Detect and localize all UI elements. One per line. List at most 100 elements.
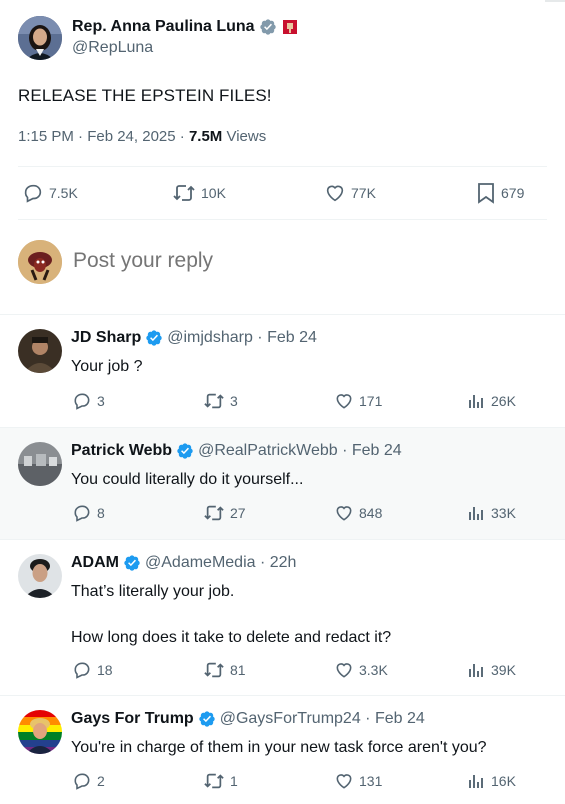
like-button[interactable]: 848 (334, 503, 382, 523)
repost-count: 1 (230, 773, 238, 789)
views-count: 7.5M (188, 128, 223, 145)
repost-button[interactable]: 81 (203, 660, 246, 680)
reply-count: 2 (97, 773, 105, 789)
like-button[interactable]: 131 (334, 771, 382, 791)
author-name[interactable]: Rep. Anna Paulina Luna (72, 18, 255, 36)
repost-icon (203, 503, 225, 523)
post-text: RELEASE THE EPSTEIN FILES! (18, 86, 272, 105)
reply-author-handle[interactable]: @RealPatrickWebb · Feb 24 (198, 442, 402, 460)
author-handle[interactable]: @RepLuna (72, 39, 298, 57)
like-icon (334, 391, 354, 411)
like-icon (334, 503, 354, 523)
reply-author-name[interactable]: Patrick Webb (71, 442, 172, 460)
reply-author-handle[interactable]: @AdameMedia · 22h (145, 554, 296, 572)
like-button[interactable]: 171 (334, 391, 382, 411)
post-action-bar: 7.5K 10K 77K 679 (0, 176, 565, 210)
reply-action-bar: 2 1 131 16K (0, 771, 565, 793)
reply-text: That’s literally your job. How long does… (71, 580, 541, 650)
repost-count: 27 (230, 505, 246, 521)
reply-count: 18 (97, 662, 113, 678)
views-count: 39K (491, 662, 516, 678)
reply-action-bar: 3 3 171 26K (0, 391, 565, 413)
bookmark-icon (476, 182, 496, 204)
like-count: 3.3K (359, 662, 388, 678)
reply-icon (72, 660, 92, 680)
verified-badge-icon[interactable] (123, 554, 141, 572)
like-count: 131 (359, 773, 383, 789)
like-icon (334, 660, 354, 680)
verified-badge-icon[interactable] (176, 442, 194, 460)
top-divider (545, 0, 565, 2)
reply-item[interactable]: Gays For Trump @GaysForTrump24 · Feb 24 … (0, 696, 565, 804)
avatar[interactable] (18, 329, 62, 373)
reply-icon (72, 771, 92, 791)
divider (18, 219, 547, 220)
like-icon (324, 182, 346, 204)
like-count: 171 (359, 393, 383, 409)
views-icon (466, 391, 486, 411)
reply-text: You could literally do it yourself... (71, 471, 304, 488)
reply-button[interactable]: 18 (72, 660, 113, 680)
views-button[interactable]: 26K (466, 391, 516, 411)
views-count: 26K (491, 393, 516, 409)
views-button[interactable]: 33K (466, 503, 516, 523)
reply-author-name[interactable]: ADAM (71, 554, 119, 572)
repost-icon (172, 182, 196, 204)
repost-button[interactable]: 27 (203, 503, 246, 523)
views-count: 33K (491, 505, 516, 521)
reply-button[interactable]: 7.5K (22, 182, 78, 204)
like-count: 848 (359, 505, 383, 521)
reply-item[interactable]: Patrick Webb @RealPatrickWebb · Feb 24 Y… (0, 428, 565, 539)
reply-button[interactable]: 3 (72, 391, 105, 411)
reply-input[interactable] (73, 245, 513, 277)
reply-action-bar: 8 27 848 33K (0, 503, 565, 525)
reply-item[interactable]: JD Sharp @imjdsharp · Feb 24 Your job ? … (0, 315, 565, 427)
repost-button[interactable]: 10K (172, 182, 226, 204)
reply-item[interactable]: ADAM @AdameMedia · 22h That’s literally … (0, 540, 565, 695)
avatar[interactable] (18, 710, 62, 754)
verified-badge-icon[interactable] (145, 329, 163, 347)
repost-button[interactable]: 3 (203, 391, 238, 411)
avatar (18, 240, 62, 284)
reply-count: 3 (97, 393, 105, 409)
views-button[interactable]: 16K (466, 771, 516, 791)
reply-icon (22, 182, 44, 204)
avatar[interactable] (18, 554, 62, 598)
repost-icon (203, 771, 225, 791)
reply-action-bar: 18 81 3.3K 39K (0, 660, 565, 682)
like-button[interactable]: 77K (324, 182, 376, 204)
like-count: 77K (351, 185, 376, 201)
post-meta: 1:15 PM · Feb 24, 2025 · 7.5M Views (18, 128, 266, 145)
views-icon (466, 503, 486, 523)
reply-count: 7.5K (49, 185, 78, 201)
reply-text: Your job ? (71, 358, 143, 375)
reply-text-line: That’s literally your job. (71, 583, 235, 600)
repost-count: 3 (230, 393, 238, 409)
verified-badge-icon[interactable] (259, 18, 277, 36)
reply-icon (72, 503, 92, 523)
like-icon (334, 771, 354, 791)
avatar[interactable] (18, 16, 62, 60)
reply-author-handle[interactable]: @imjdsharp · Feb 24 (167, 329, 317, 347)
divider (18, 166, 547, 167)
reply-button[interactable]: 8 (72, 503, 105, 523)
repost-icon (203, 660, 225, 680)
repost-count: 81 (230, 662, 246, 678)
repost-button[interactable]: 1 (203, 771, 238, 791)
post-timestamp[interactable]: 1:15 PM · Feb 24, 2025 · (18, 128, 189, 145)
reply-author-name[interactable]: Gays For Trump (71, 710, 194, 728)
flag-icon (282, 19, 298, 35)
bookmark-count: 679 (501, 185, 525, 201)
views-button[interactable]: 39K (466, 660, 516, 680)
like-button[interactable]: 3.3K (334, 660, 388, 680)
bookmark-button[interactable]: 679 (476, 182, 524, 204)
reply-author-handle[interactable]: @GaysForTrump24 · Feb 24 (220, 710, 425, 728)
reply-author-name[interactable]: JD Sharp (71, 329, 141, 347)
reply-composer (0, 226, 565, 314)
post-author: Rep. Anna Paulina Luna @RepLuna (18, 16, 298, 60)
reply-button[interactable]: 2 (72, 771, 105, 791)
avatar[interactable] (18, 442, 62, 486)
reply-icon (72, 391, 92, 411)
repost-icon (203, 391, 225, 411)
verified-badge-icon[interactable] (198, 710, 216, 728)
